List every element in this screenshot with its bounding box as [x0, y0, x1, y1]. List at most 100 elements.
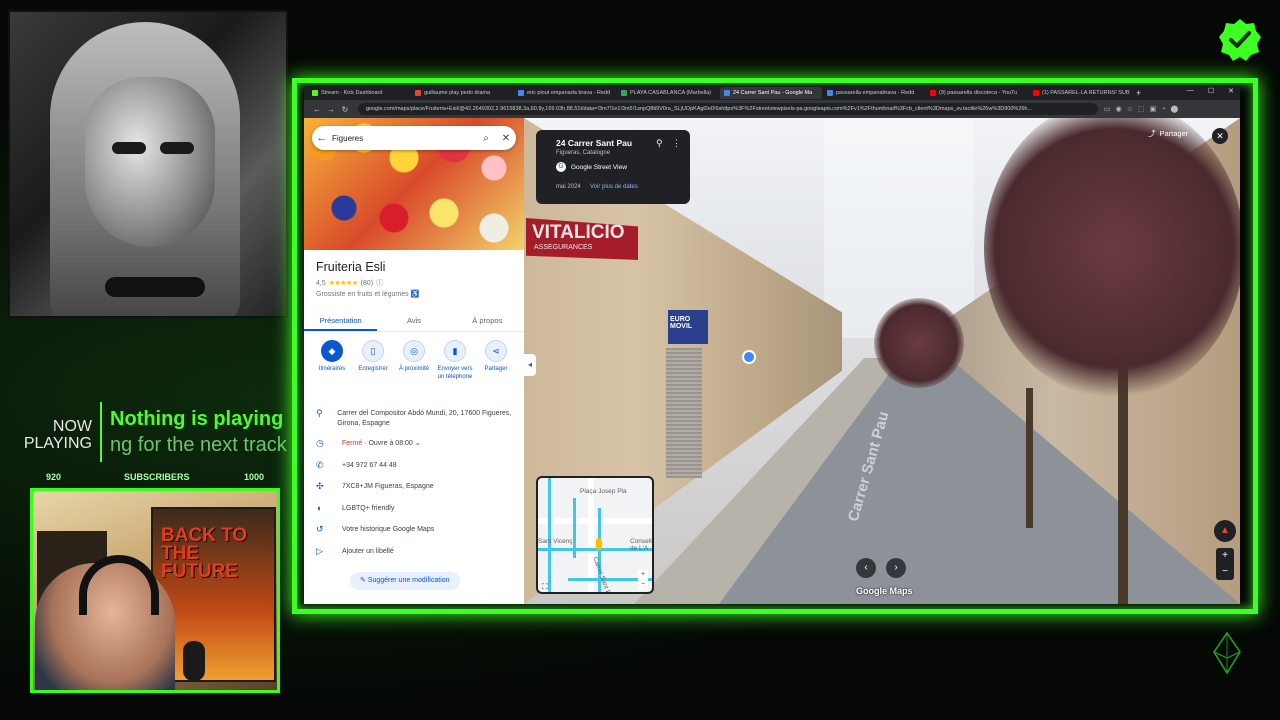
rating-value: 4,5	[316, 279, 326, 287]
share-button[interactable]: ⤴ Partager	[1148, 128, 1188, 139]
reload-icon[interactable]: ↻	[338, 105, 352, 114]
rating-row: 4,5 ★★★★★ (80) ⓘ	[316, 278, 383, 288]
extension-icons[interactable]: ▭◉☆⬚▣◔⬤	[1104, 105, 1183, 113]
more-dates-link[interactable]: Voir plus de dates	[590, 184, 638, 190]
save-button[interactable]: ▯ Enregistrer	[353, 340, 393, 381]
tab-overview[interactable]: Présentation	[304, 310, 378, 331]
browser-tab-active[interactable]: 24 Carrer Sant Pau - Google Ma	[720, 87, 822, 99]
nearby-button[interactable]: ◎ À proximité	[394, 340, 434, 381]
previous-arrow-icon[interactable]: ‹	[856, 558, 876, 578]
streetview-info-card: 24 Carrer Sant Pau Figueras, Catalogne G…	[536, 130, 690, 204]
tab-label: (1) PASSAREL·LA RETURNS! SUB	[1042, 90, 1130, 96]
collar	[105, 277, 205, 297]
tab-favicon	[518, 90, 524, 96]
tab-label: eric piout empanada brava - Redd	[527, 90, 611, 96]
place-title: Fruiteria Esli	[316, 260, 386, 274]
info-icon[interactable]: ⓘ	[376, 278, 383, 288]
chevron-down-icon: ⌄	[414, 440, 421, 447]
url-field[interactable]: google.com/maps/place/Fruiteria+Esli/@42…	[358, 103, 1098, 115]
clear-search-icon[interactable]: ✕	[496, 133, 516, 144]
close-window-icon[interactable]: ✕	[1228, 87, 1234, 95]
minimize-icon[interactable]: —	[1187, 87, 1194, 95]
lgbtq-text: LGBTQ+ friendly	[342, 504, 395, 512]
map-label: Sant Vicenç	[538, 538, 573, 545]
tree-trunk	[1026, 388, 1033, 528]
directions-button[interactable]: ◆ Itinéraires	[312, 340, 352, 381]
back-arrow-icon[interactable]: ←	[312, 132, 332, 144]
minimap-zoom-control[interactable]: + −	[638, 570, 648, 590]
tab-favicon	[724, 90, 730, 96]
tab-label: (9) passarella discoteca - YouTu	[939, 90, 1018, 96]
more-options-icon[interactable]: ⋮	[672, 138, 681, 149]
maximize-icon[interactable]: ☐	[1208, 87, 1214, 95]
tab-favicon	[621, 90, 627, 96]
tab-label: 24 Carrer Sant Pau - Google Ma	[733, 90, 813, 96]
tab-reviews[interactable]: Avis	[377, 310, 450, 331]
browser-tab[interactable]: (9) passarella discoteca - YouTu	[926, 87, 1028, 99]
suggest-edit-button[interactable]: ✎ Suggérer une modification	[350, 572, 460, 590]
plus-code-icon: ✣	[316, 481, 324, 491]
pegman-icon[interactable]	[596, 538, 602, 550]
browser-tab[interactable]: guillaume play pedo drama	[411, 87, 513, 99]
gem-icon	[1213, 632, 1241, 674]
lgbtq-flag-icon: ◖	[316, 502, 322, 513]
provider-label: Google Street View	[571, 163, 627, 171]
now-playing-divider	[100, 402, 102, 462]
tab-favicon	[1033, 90, 1039, 96]
back-icon[interactable]: ←	[310, 105, 324, 114]
close-streetview-icon[interactable]: ✕	[1212, 128, 1228, 144]
browser-tab[interactable]: eric piout empanada brava - Redd	[514, 87, 616, 99]
plus-code-row[interactable]: ✣ 7XC8+JM Figueras, Espagne	[304, 481, 524, 503]
share-place-button[interactable]: ⋖ Partager	[476, 340, 516, 381]
streetview-address: 24 Carrer Sant Pau	[556, 138, 633, 148]
send-to-phone-button[interactable]: ▮ Envoyer vers un téléphone	[435, 340, 475, 381]
hours-row[interactable]: ◷ Fermé · Ouvre à 08:00 ⌄	[304, 438, 524, 460]
tree-trunk	[1118, 368, 1128, 604]
tab-favicon	[415, 90, 421, 96]
shop-sign-sub: ASSEGURANCES	[534, 244, 593, 251]
pin-icon[interactable]: ⚲	[656, 138, 663, 149]
mask-eye	[160, 142, 194, 154]
browser-tab[interactable]: Stream - Kick Dashboard	[308, 87, 410, 99]
address-row[interactable]: ⚲ Carrer del Compositor Abdó Mundi, 20, 1…	[304, 408, 524, 438]
stream-layout: NOW PLAYING Nothing is playing ng for th…	[0, 0, 1280, 720]
tab-about[interactable]: À propos	[451, 310, 524, 331]
clock-icon: ◷	[316, 438, 324, 448]
category-label[interactable]: Grossiste en fruits et légumes	[316, 291, 409, 298]
compass-icon[interactable]: ▲	[1214, 520, 1236, 542]
shop-sign-text: VITALICIO	[532, 222, 625, 243]
next-arrow-icon[interactable]: ›	[886, 558, 906, 578]
place-info-list: ⚲ Carrer del Compositor Abdó Mundi, 20, 1…	[304, 408, 524, 567]
star-rating-icon: ★★★★★	[328, 280, 358, 287]
tab-label: passarella empanabrava - Redd	[836, 90, 915, 96]
history-row[interactable]: ↺ Votre historique Google Maps	[304, 524, 524, 546]
phone-row[interactable]: ✆ +34 972 67 44 48	[304, 460, 524, 482]
search-icon[interactable]: ⌕	[476, 133, 496, 144]
minimap[interactable]: Plaça Josep Pla Sant Vicenç Consell de L…	[536, 476, 654, 594]
add-label-row[interactable]: ▷ Ajouter un libellé	[304, 546, 524, 568]
browser-tab[interactable]: PLAYA CASABLANCA (Marbella)	[617, 87, 719, 99]
expand-map-icon[interactable]: ⛶	[542, 582, 548, 592]
tab-label: PLAYA CASABLANCA (Marbella)	[630, 90, 712, 96]
map-label: Plaça Josep Pla	[580, 488, 627, 495]
poster-title: BACK TO THE FUTURE	[161, 525, 248, 582]
mask-eye	[112, 142, 146, 154]
sub-goal-label: SUBSCRIBERS	[124, 472, 190, 482]
google-logo-icon: G	[556, 162, 566, 172]
label-icon: ▷	[316, 545, 323, 556]
collapse-panel-icon[interactable]: ◂	[524, 354, 536, 376]
browser-tab[interactable]: passarella empanabrava - Redd	[823, 87, 925, 99]
search-box: ← ⌕ ✕	[312, 126, 516, 150]
location-marker-icon[interactable]	[742, 350, 756, 364]
forward-icon[interactable]: →	[324, 105, 338, 114]
lgbtq-row[interactable]: ◖ LGBTQ+ friendly	[304, 503, 524, 525]
browser-tab[interactable]: (1) PASSAREL·LA RETURNS! SUB	[1029, 87, 1131, 99]
search-input[interactable]	[332, 133, 476, 143]
share-icon: ⋖	[485, 340, 507, 362]
share-label: Partager	[1159, 129, 1189, 138]
new-tab-icon[interactable]: +	[1136, 88, 1141, 98]
zoom-control[interactable]: + −	[1216, 548, 1234, 580]
review-count[interactable]: (80)	[361, 280, 373, 287]
action-label: Itinéraires	[318, 366, 346, 372]
tab-label: guillaume play pedo drama	[424, 90, 491, 96]
